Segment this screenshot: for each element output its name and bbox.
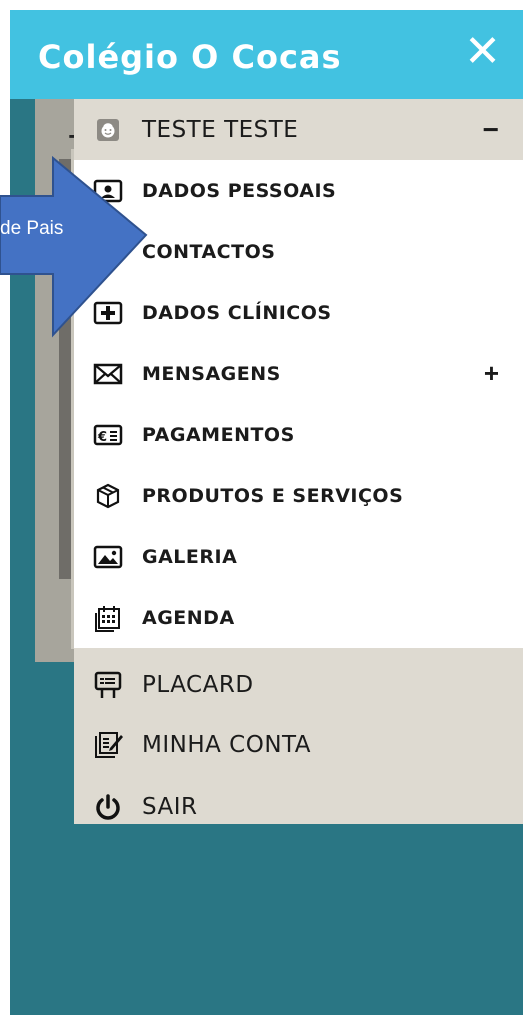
menu-item-galeria[interactable]: GALERIA	[74, 526, 523, 587]
menu-item-produtos-servicos[interactable]: PRODUTOS E SERVIÇOS	[74, 465, 523, 526]
close-icon[interactable]: ✕	[464, 30, 501, 74]
menu-item-sair[interactable]: SAIR	[74, 776, 523, 837]
box-icon	[90, 478, 126, 514]
app-title: Colégio O Cocas	[38, 38, 342, 76]
app-frame: Colégio O Cocas ✕ T TESTE TESTE −	[10, 10, 523, 1015]
side-menu: TESTE TESTE − DADOS PESSOAIS CONTACTOS D…	[74, 99, 523, 824]
menu-item-minha-conta[interactable]: MINHA CONTA	[74, 714, 523, 775]
svg-text:€: €	[97, 430, 107, 445]
menu-item-label: PLACARD	[142, 671, 254, 698]
menu-item-dados-clinicos[interactable]: DADOS CLÍNICOS	[74, 282, 523, 343]
menu-item-label: CONTACTOS	[142, 240, 276, 263]
menu-item-label: PRODUTOS E SERVIÇOS	[142, 484, 404, 507]
student-header[interactable]: TESTE TESTE −	[74, 99, 523, 160]
collapse-icon[interactable]: −	[483, 114, 499, 146]
menu-item-pagamentos[interactable]: € PAGAMENTOS	[74, 404, 523, 465]
menu-item-label: PAGAMENTOS	[142, 423, 295, 446]
top-bar: Colégio O Cocas ✕	[10, 10, 523, 99]
contacts-icon	[90, 234, 126, 270]
menu-item-contactos[interactable]: CONTACTOS	[74, 221, 523, 282]
expand-plus-icon[interactable]: +	[484, 358, 499, 389]
calendar-icon	[90, 600, 126, 636]
menu-item-mensagens[interactable]: MENSAGENS +	[74, 343, 523, 404]
menu-item-label: DADOS PESSOAIS	[142, 179, 337, 202]
student-name: TESTE TESTE	[142, 116, 299, 143]
menu-item-label: GALERIA	[142, 545, 238, 568]
menu-item-label: MENSAGENS	[142, 362, 281, 385]
id-card-icon	[90, 173, 126, 209]
menu-item-agenda[interactable]: AGENDA	[74, 587, 523, 648]
account-edit-icon	[90, 727, 126, 763]
picture-icon	[90, 539, 126, 575]
menu-item-placard[interactable]: PLACARD	[74, 654, 523, 715]
envelope-icon	[90, 356, 126, 392]
menu-item-label: SAIR	[142, 793, 198, 820]
child-avatar-icon	[90, 112, 126, 148]
background-strip	[59, 159, 71, 579]
menu-item-label: DADOS CLÍNICOS	[142, 301, 332, 324]
power-icon	[90, 789, 126, 825]
medical-plus-icon	[90, 295, 126, 331]
euro-bill-icon: €	[90, 417, 126, 453]
menu-item-label: MINHA CONTA	[142, 731, 312, 758]
menu-item-label: AGENDA	[142, 606, 235, 629]
board-icon	[90, 667, 126, 703]
menu-item-dados-pessoais[interactable]: DADOS PESSOAIS	[74, 160, 523, 221]
